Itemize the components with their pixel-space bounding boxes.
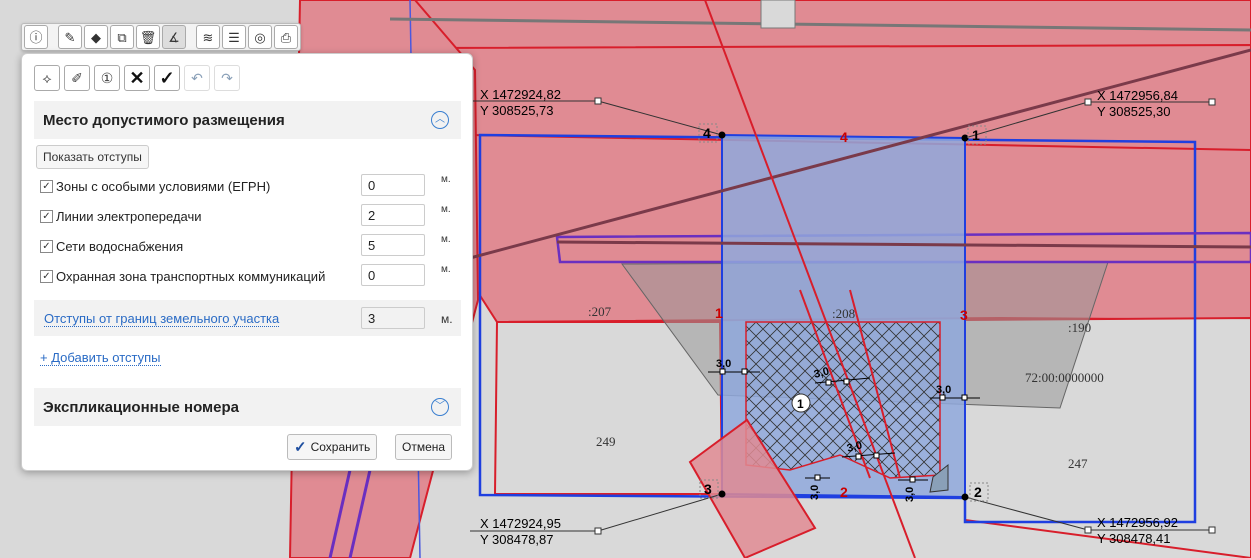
vertex-4-label: 4 — [703, 125, 711, 141]
edge-label-bottom: 2 — [840, 484, 848, 500]
offset-input-boundary[interactable]: 3 — [361, 307, 425, 329]
parcel-label-190: :190 — [1068, 320, 1091, 335]
save-button[interactable]: ✓ Сохранить — [287, 434, 378, 460]
vertex-2[interactable] — [961, 493, 969, 501]
coord-tr-x: X 1472956,84 — [1097, 88, 1178, 103]
layers-icon[interactable]: ≋ — [196, 25, 220, 49]
offset-input-water[interactable]: 5 — [361, 234, 425, 256]
coord-tr-y: Y 308525,30 — [1097, 104, 1171, 119]
map-top-box — [760, 0, 796, 29]
leader-handle — [594, 527, 602, 535]
vertex-4[interactable] — [718, 131, 726, 139]
unit-label: м. — [441, 234, 451, 245]
print-icon[interactable]: ⎙ — [274, 25, 298, 49]
globe-icon[interactable]: ◎ — [248, 25, 272, 49]
offset-input-powerlines[interactable]: 2 — [361, 204, 425, 226]
explication-marker-label: 1 — [797, 397, 804, 411]
offset-row-label: Зоны с особыми условиями (ЕГРН) — [56, 179, 271, 194]
checkbox-water[interactable]: ✓ — [40, 240, 53, 253]
coord-br-y: Y 308478,41 — [1097, 531, 1171, 546]
draw-line-icon[interactable]: ✐ — [64, 65, 90, 91]
dimension-bottom-label-2: 3,0 — [904, 487, 916, 502]
vertex-2-label: 2 — [974, 484, 982, 500]
offset-row-label: Охранная зона транспортных коммуникаций — [56, 269, 326, 284]
offset-row-water: ✓ Сети водоснабжения 5 м. — [34, 231, 461, 261]
parcel-label-207: :207 — [588, 304, 612, 319]
vertex-1[interactable] — [961, 134, 969, 142]
dimension-bottom-label-1: 3,0 — [809, 485, 821, 500]
close-x-icon[interactable]: ✕ — [124, 65, 150, 91]
leader-handle — [594, 97, 602, 105]
leader-handle — [1084, 526, 1092, 534]
checkmark-icon[interactable]: ✓ — [154, 65, 180, 91]
parcel-label-249: 249 — [596, 434, 616, 449]
leader-handle — [1208, 526, 1216, 534]
parcel-label-247: 247 — [1068, 456, 1088, 471]
show-offsets-button[interactable]: Показать отступы — [36, 145, 149, 169]
coord-br-x: X 1472956,92 — [1097, 515, 1178, 530]
checkmark-icon: ✓ — [294, 439, 307, 456]
chevron-up-icon[interactable]: ︿ — [431, 111, 449, 129]
main-toolbar: ⓘ ✎ ◆ ⧉ 🗑 ∡ ≋ ☰ ◎ ⎙ — [21, 23, 301, 51]
offset-input-egrn[interactable]: 0 — [361, 174, 425, 196]
parcel-label-208: :208 — [832, 306, 855, 321]
offset-row-label: Линии электропередачи — [56, 209, 202, 224]
unit-label: м. — [441, 312, 453, 326]
vertex-3-label: 3 — [704, 481, 712, 497]
leader-handle — [1084, 98, 1092, 106]
split-line-icon[interactable]: ⟡ — [34, 65, 60, 91]
checkbox-transport[interactable]: ✓ — [40, 270, 53, 283]
info-icon[interactable]: ⓘ — [24, 25, 48, 49]
list-icon[interactable]: ☰ — [222, 25, 246, 49]
chevron-down-icon[interactable]: ﹀ — [431, 398, 449, 416]
external-window-icon[interactable]: ⧉ — [110, 25, 134, 49]
offset-row-label: Сети водоснабжения — [56, 239, 184, 254]
checkbox-egrn[interactable]: ✓ — [40, 180, 53, 193]
offset-row-transport: ✓ Охранная зона транспортных коммуникаци… — [34, 261, 461, 291]
offset-row-egrn: ✓ Зоны с особыми условиями (ЕГРН) 0 м. — [34, 171, 461, 201]
coord-bl-y: Y 308478,87 — [480, 532, 554, 547]
trash-icon[interactable]: 🗑 — [136, 25, 160, 49]
coord-tl-y: Y 308525,73 — [480, 103, 554, 118]
cancel-button[interactable]: Отмена — [395, 434, 453, 460]
object-edit-icon[interactable]: ◆ — [84, 25, 108, 49]
offset-row-boundary: Отступы от границ земельного участка 3 м… — [34, 300, 461, 336]
cancel-button-label: Отмена — [402, 440, 446, 454]
undo-icon[interactable]: ↶ — [184, 65, 210, 91]
numbering-icon[interactable]: ① — [94, 65, 120, 91]
unit-label: м. — [441, 174, 451, 185]
panel-toolbar: ⟡ ✐ ① ✕ ✓ ↶ ↷ — [34, 65, 240, 91]
allowed-area-hatched — [745, 321, 941, 479]
vertex-3[interactable] — [718, 490, 726, 498]
redo-icon[interactable]: ↷ — [214, 65, 240, 91]
edge-label-right: 3 — [960, 307, 968, 323]
placement-section-title: Место допустимого размещения — [43, 112, 285, 129]
unit-label: м. — [441, 264, 451, 275]
boundary-offset-link[interactable]: Отступы от границ земельного участка — [44, 311, 280, 327]
dimension-right-label: 3,0 — [936, 384, 951, 396]
edit-icon[interactable]: ✎ — [58, 25, 82, 49]
explication-section-title: Экспликационные номера — [43, 399, 239, 416]
edge-label-left: 1 — [715, 305, 723, 321]
placement-panel: ⟡ ✐ ① ✕ ✓ ↶ ↷ Место допустимого размещен… — [21, 53, 473, 471]
coord-bl-x: X 1472924,95 — [480, 516, 561, 531]
save-button-label: Сохранить — [310, 440, 371, 454]
offset-row-powerlines: ✓ Линии электропередачи 2 м. — [34, 201, 461, 231]
vertex-1-label: 1 — [972, 127, 980, 143]
measure-icon[interactable]: ∡ — [162, 25, 186, 49]
placement-section-header[interactable]: Место допустимого размещения ︿ — [34, 101, 461, 139]
dimension-left-label: 3,0 — [716, 358, 731, 370]
leader-handle — [1208, 98, 1216, 106]
coord-tl-x: X 1472924,82 — [480, 87, 561, 102]
edge-label-top: 4 — [840, 129, 848, 145]
add-offsets-link[interactable]: + Добавить отступы — [40, 350, 161, 366]
offset-input-transport[interactable]: 0 — [361, 264, 425, 286]
unit-label: м. — [441, 204, 451, 215]
parcel-label-cadastral: 72:00:0000000 — [1025, 370, 1104, 385]
explication-section-header[interactable]: Экспликационные номера ﹀ — [34, 388, 461, 426]
checkbox-powerlines[interactable]: ✓ — [40, 210, 53, 223]
